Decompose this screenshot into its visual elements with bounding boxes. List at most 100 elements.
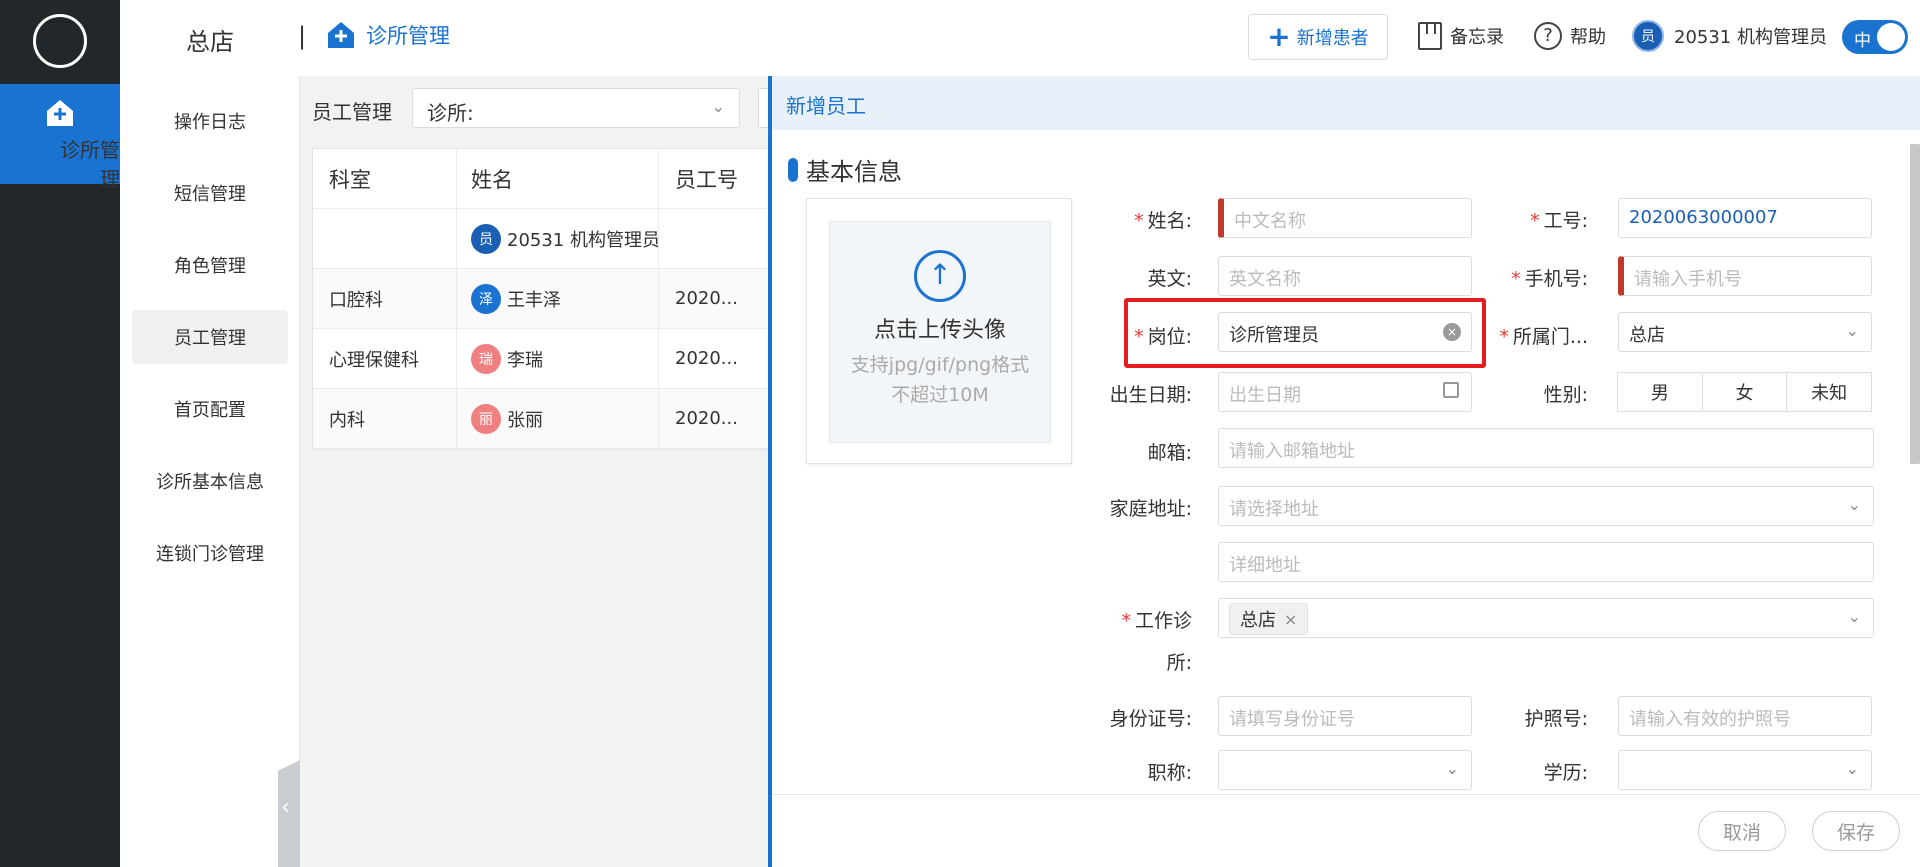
subnav-item-clinic-info[interactable]: 诊所基本信息 — [132, 454, 288, 508]
belong-clinic-value: 总店 — [1629, 325, 1665, 346]
subnav-item-sms[interactable]: 短信管理 — [132, 166, 288, 220]
avatar: 泽 — [471, 283, 501, 314]
empno-cell: 2020... — [675, 408, 738, 429]
birth-placeholder: 出生日期 — [1229, 385, 1301, 406]
save-button[interactable]: 保存 — [1812, 811, 1900, 851]
new-patient-button[interactable]: + 新增患者 — [1248, 14, 1388, 60]
avatar: 瑞 — [471, 343, 501, 374]
empno-cell: 2020... — [675, 288, 738, 309]
phone-field[interactable]: 请输入手机号 — [1618, 256, 1872, 296]
gender-label: 性别: — [1543, 384, 1588, 406]
drawer-scrollbar[interactable] — [1910, 144, 1920, 464]
subnav-item-staff[interactable]: 员工管理 — [132, 310, 288, 364]
memo-link[interactable]: 备忘录 — [1418, 22, 1504, 50]
birth-label: 出生日期: — [1109, 384, 1192, 406]
title-label: 职称: — [1147, 762, 1192, 784]
calendar-icon — [1443, 382, 1459, 398]
name-cell: 员 20531 机构管理员 — [457, 209, 659, 268]
passport-field[interactable]: 请输入有效的护照号 — [1618, 696, 1872, 736]
sidebar-collapse-handle[interactable]: ‹ — [278, 760, 300, 867]
house-plus-icon — [47, 100, 73, 126]
bookmark-icon — [1418, 22, 1442, 50]
drawer-footer: 取消 保存 — [772, 794, 1920, 867]
help-link[interactable]: ? 帮助 — [1534, 22, 1606, 50]
column-header[interactable]: 姓名 — [457, 149, 659, 208]
address-label: 家庭地址: — [1109, 498, 1192, 520]
subnav-item-roles[interactable]: 角色管理 — [132, 238, 288, 292]
upload-size-hint: 不超过10M — [891, 384, 989, 406]
table-row[interactable]: 口腔科 泽 王丰泽 2020... — [313, 269, 781, 329]
column-header[interactable]: 科室 — [313, 149, 457, 208]
user-menu[interactable]: 员 20531 机构管理员 — [1632, 20, 1827, 52]
clinic-filter-label: 诊所: — [427, 101, 474, 125]
clear-icon[interactable]: × — [1443, 323, 1461, 341]
column-header[interactable]: 员工号 — [659, 149, 783, 208]
name-cell: 丽 张丽 — [457, 389, 659, 448]
job-title-select[interactable]: ⌄ — [1218, 750, 1472, 790]
memo-label: 备忘录 — [1450, 27, 1504, 48]
staff-name: 张丽 — [507, 409, 543, 431]
education-select[interactable]: ⌄ — [1618, 750, 1872, 790]
table-row[interactable]: 心理保健科 瑞 李瑞 2020... — [313, 329, 781, 389]
gender-option-male[interactable]: 男 — [1617, 372, 1703, 412]
help-label: 帮助 — [1570, 27, 1606, 48]
id-card-label: 身份证号: — [1109, 708, 1192, 730]
name-cell: 泽 王丰泽 — [457, 269, 659, 328]
clinic-tag-label: 总店 — [1240, 610, 1276, 631]
plus-icon: + — [1267, 20, 1291, 53]
rail-item-clinic-management[interactable]: 诊所管理 — [0, 84, 120, 191]
subnav-item-chain-clinics[interactable]: 连锁门诊管理 — [132, 526, 288, 580]
work-clinic-label: * 工作诊 — [1121, 610, 1192, 632]
table-row[interactable]: 员 20531 机构管理员 — [313, 209, 781, 269]
language-toggle[interactable]: 中 — [1842, 20, 1908, 54]
post-value: 诊所管理员 — [1229, 325, 1319, 346]
avatar-upload-button[interactable]: ↑ 点击上传头像 支持jpg/gif/png格式 不超过10M — [829, 221, 1051, 443]
breadcrumb-separator: | — [298, 22, 307, 50]
name-field[interactable]: 中文名称 — [1218, 198, 1472, 238]
email-label: 邮箱: — [1147, 442, 1192, 464]
dept-cell — [313, 209, 457, 268]
cancel-button[interactable]: 取消 — [1698, 811, 1786, 851]
work-clinic-select[interactable]: 总店 × ⌄ — [1218, 598, 1874, 638]
remove-tag-icon[interactable]: × — [1284, 610, 1297, 629]
address-detail-field[interactable]: 详细地址 — [1218, 542, 1874, 582]
name-label: * 姓名: — [1134, 210, 1192, 232]
subnav-item-home-config[interactable]: 首页配置 — [132, 382, 288, 436]
id-card-field[interactable]: 请填写身份证号 — [1218, 696, 1472, 736]
toggle-label: 中 — [1854, 31, 1871, 51]
chevron-down-icon: ⌄ — [1445, 759, 1459, 778]
upload-title: 点击上传头像 — [873, 318, 1006, 343]
section-title: 基本信息 — [806, 158, 902, 186]
chevron-left-icon: ‹ — [281, 795, 290, 820]
rail-item-label: 诊所管理 — [60, 138, 120, 191]
gender-option-unknown[interactable]: 未知 — [1786, 372, 1873, 412]
table-header: 科室 姓名 员工号 — [313, 149, 781, 209]
address-select[interactable]: 请选择地址 ⌄ — [1218, 486, 1874, 526]
chevron-down-icon: ⌄ — [1847, 495, 1861, 514]
name-cell: 瑞 李瑞 — [457, 329, 659, 388]
email-field[interactable]: 请输入邮箱地址 — [1218, 428, 1874, 468]
staff-list-panel: 员工管理 诊所: ⌄ 科室 姓名 员工号 员 20531 机构管理员 口腔科 泽… — [300, 76, 788, 867]
post-field[interactable]: 诊所管理员 × — [1218, 312, 1472, 352]
belong-clinic-select[interactable]: 总店 ⌄ — [1618, 312, 1872, 352]
empno-field[interactable]: 2020063000007 — [1618, 198, 1872, 238]
page-title: 员工管理 — [312, 100, 392, 124]
address-placeholder: 请选择地址 — [1229, 499, 1319, 520]
clinic-tag: 总店 × — [1229, 603, 1309, 635]
upload-hint: 支持jpg/gif/png格式 — [850, 354, 1030, 376]
birth-date-picker[interactable]: 出生日期 — [1218, 372, 1472, 412]
subnav-item-operation-log[interactable]: 操作日志 — [132, 94, 288, 148]
house-plus-icon — [328, 22, 354, 48]
avatar: 丽 — [471, 403, 501, 434]
store-name[interactable]: 总店 — [186, 22, 234, 57]
gender-option-female[interactable]: 女 — [1701, 372, 1788, 412]
table-row[interactable]: 内科 丽 张丽 2020... — [313, 389, 781, 449]
secondary-sidebar: 操作日志 短信管理 角色管理 员工管理 首页配置 诊所基本信息 连锁门诊管理 — [120, 76, 300, 867]
section-heading: 基本信息 — [788, 152, 902, 187]
staff-name: 王丰泽 — [507, 289, 561, 311]
clinic-filter-select[interactable]: 诊所: ⌄ — [412, 88, 740, 128]
dept-cell: 心理保健科 — [313, 329, 457, 388]
english-name-field[interactable]: 英文名称 — [1218, 256, 1472, 296]
gender-segmented: 男 女 未知 — [1617, 372, 1873, 412]
chevron-down-icon: ⌄ — [1845, 759, 1859, 778]
